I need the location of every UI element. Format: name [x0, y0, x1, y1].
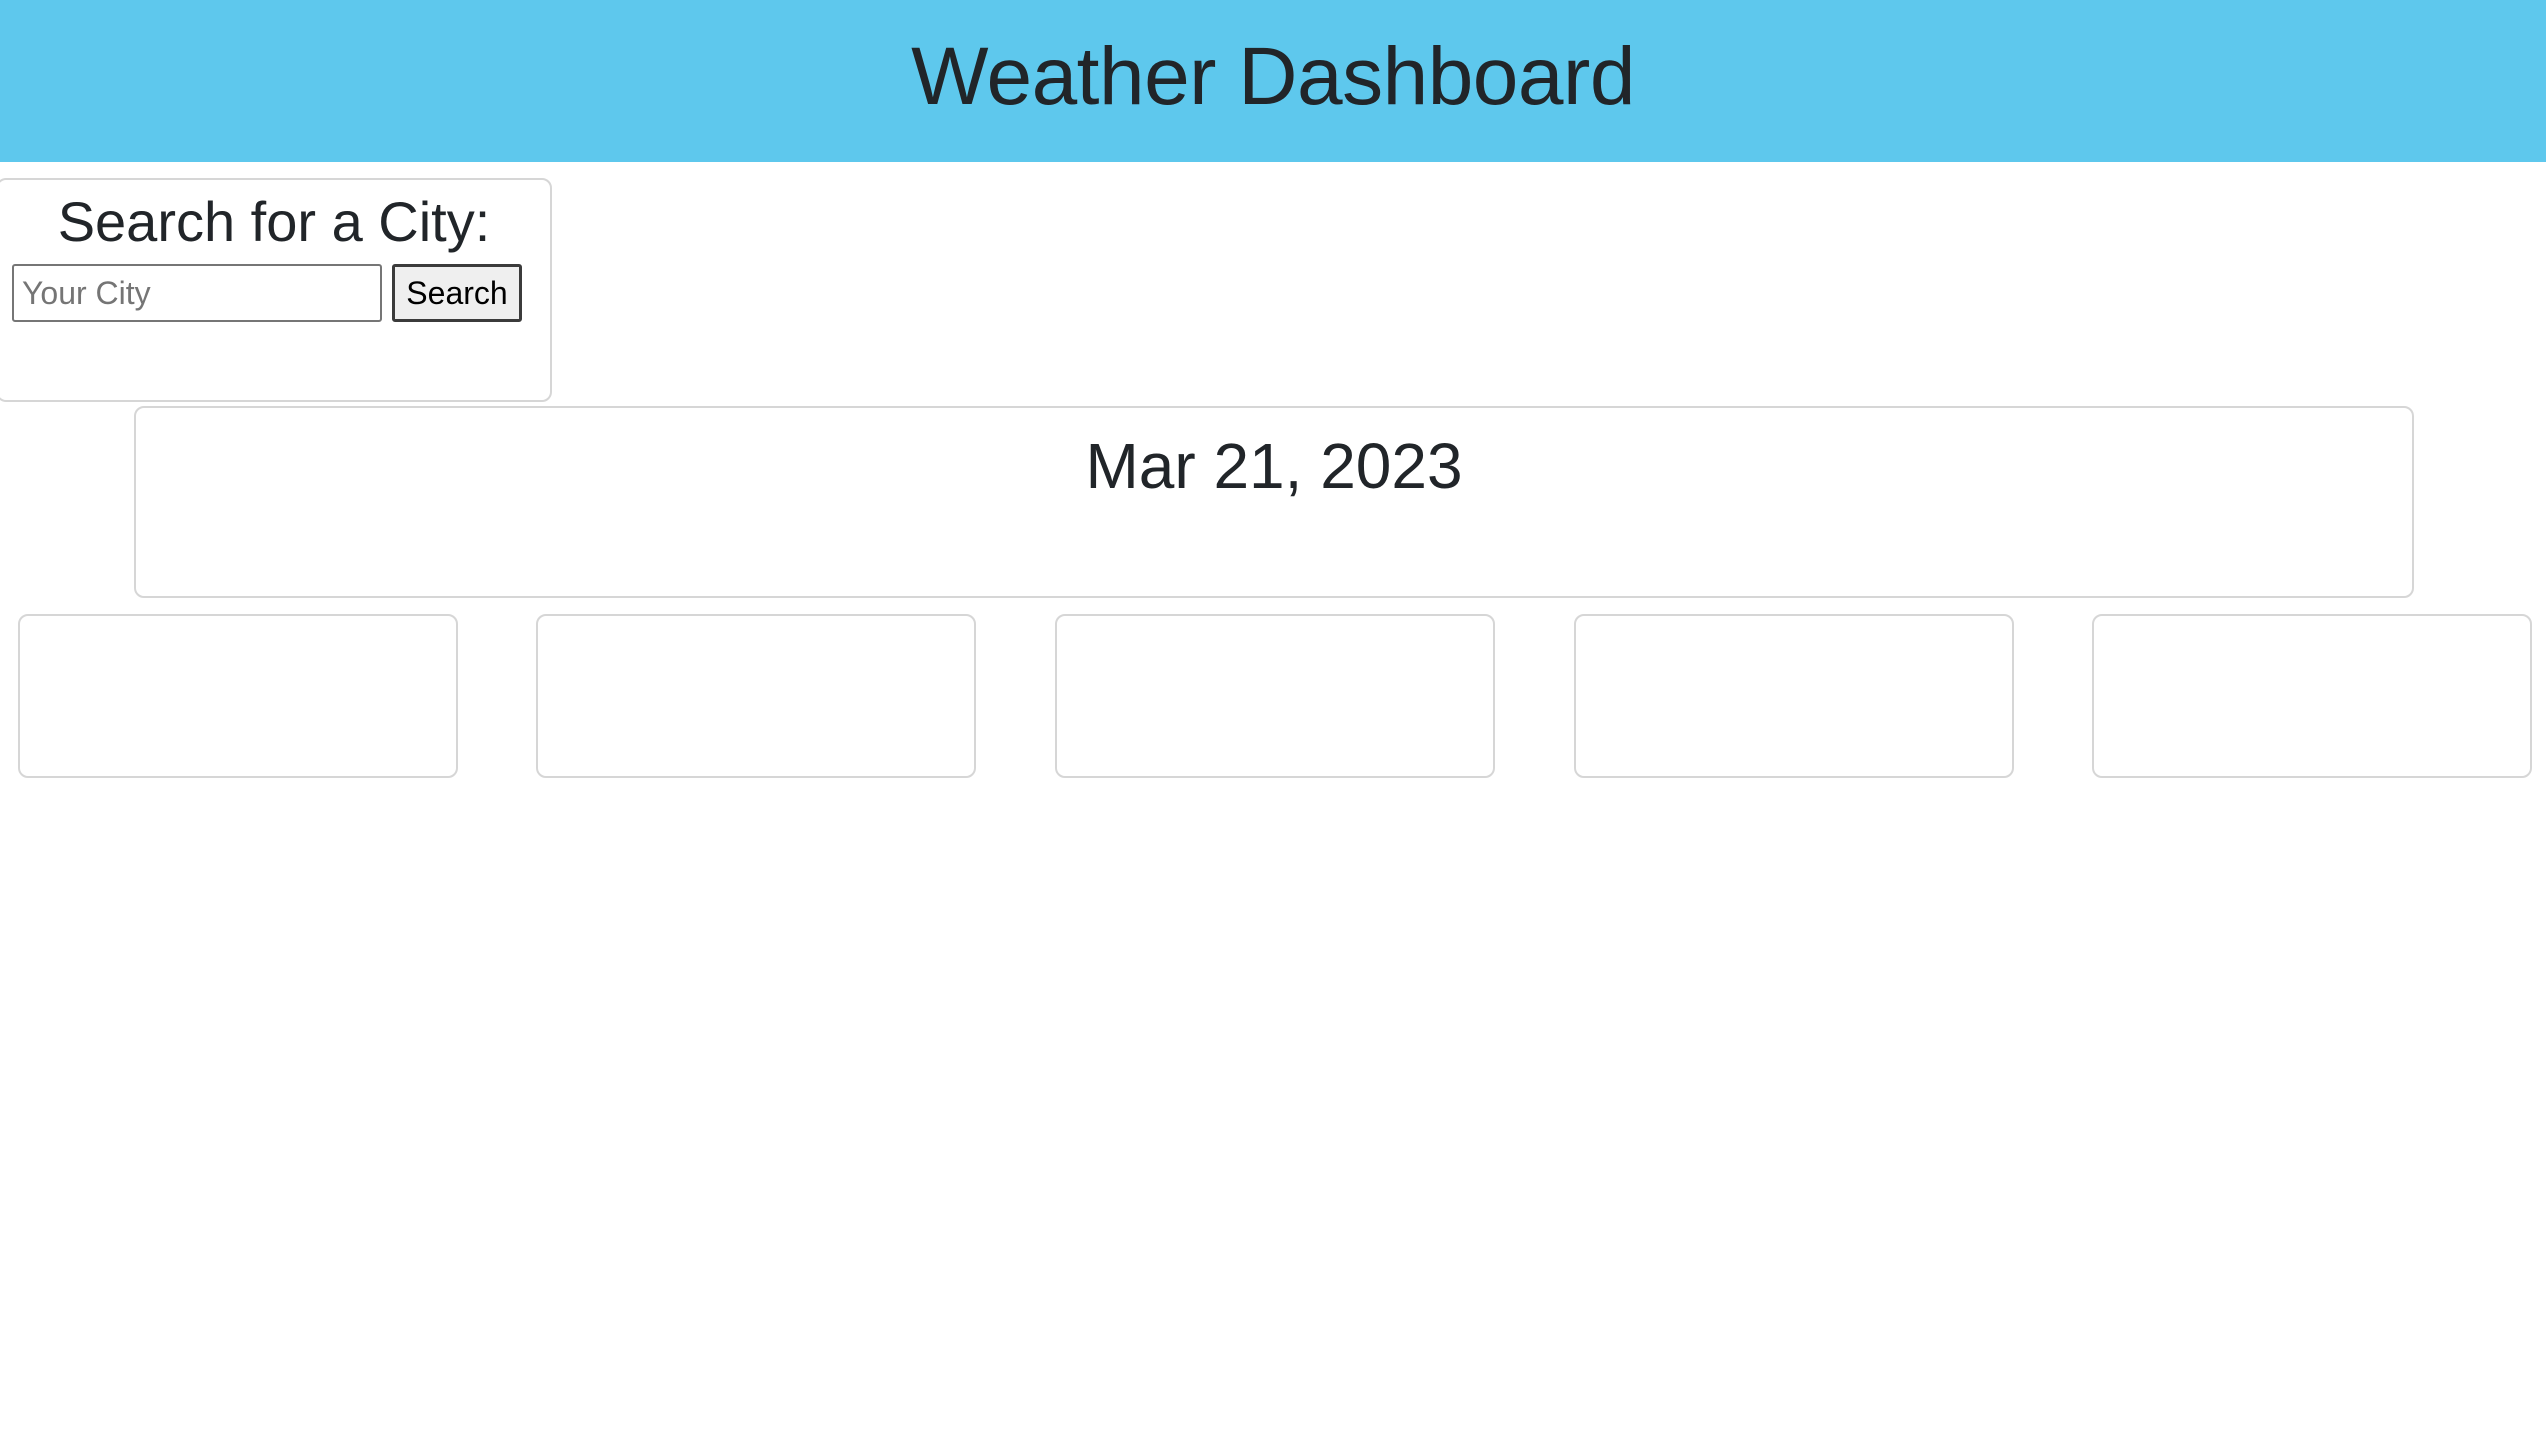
forecast-row [0, 614, 2546, 778]
current-date: Mar 21, 2023 [1085, 430, 1463, 502]
search-panel: Search for a City: Search [0, 178, 552, 402]
search-heading: Search for a City: [57, 190, 491, 253]
forecast-card-4 [1574, 614, 2014, 778]
forecast-card-3 [1055, 614, 1495, 778]
forecast-card-5 [2092, 614, 2532, 778]
search-button[interactable]: Search [392, 264, 522, 322]
header-banner: Weather Dashboard [0, 0, 2546, 162]
city-search-input[interactable] [12, 264, 382, 322]
forecast-card-2 [536, 614, 976, 778]
current-weather-card: Mar 21, 2023 [134, 406, 2414, 598]
page-title: Weather Dashboard [911, 31, 1635, 122]
page: Weather Dashboard Search for a City: Sea… [0, 0, 2546, 1456]
forecast-card-1 [18, 614, 458, 778]
